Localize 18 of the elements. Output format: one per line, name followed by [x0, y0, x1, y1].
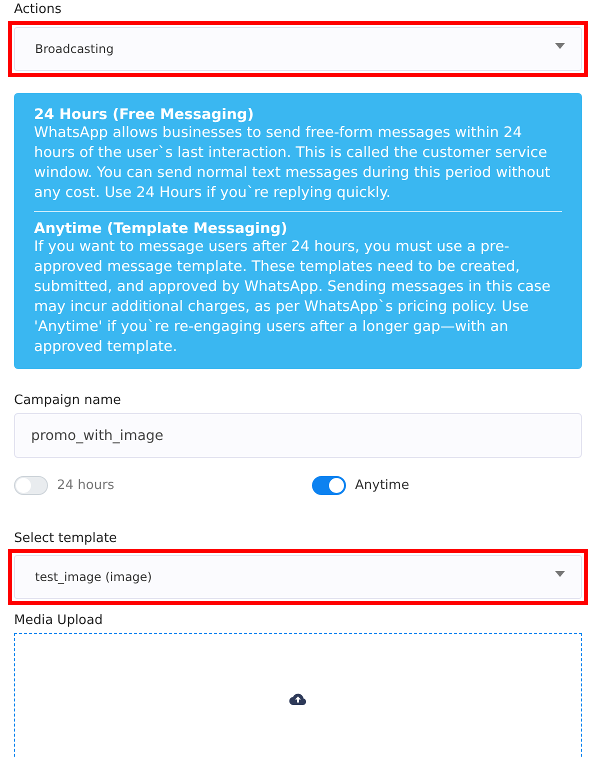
section-title: Anytime (Template Messaging): [34, 221, 288, 237]
select-dropdown[interactable]: Broadcasting: [14, 27, 582, 71]
section-text: If you want to message users after 24 hours, you must use a pre-approved message template. These templates need to be created, submitted, and approved by WhatsApp. Sending messages in this case may incur additional charges, as per WhatsApp`s pricing policy. Use 'Anytime' if you`re re-engaging users after a longer gap—with an approved template.: [34, 238, 552, 357]
toggle-label: Anytime: [355, 478, 410, 493]
section-text: WhatsApp allows businesses to send free-form messages within 24 hours of the user`s last interaction. This is called the customer service window. You can send normal text messages during this period without any cost. Use 24 Hours if you`re replying quickly.: [34, 124, 552, 203]
campaign-name-field[interactable]: promo_with_image: [14, 413, 582, 458]
caret-icon: [555, 43, 565, 49]
section-title: 24 Hours (Free Messaging): [34, 107, 255, 123]
field-label: Select template: [14, 531, 118, 546]
select-dropdown[interactable]: test_image (image): [14, 555, 582, 599]
field-label: Media Upload: [14, 613, 104, 628]
toggle-switch[interactable]: [312, 476, 346, 495]
upload-icon: [289, 692, 307, 705]
field-label: Actions: [14, 2, 62, 17]
upload-dropzone[interactable]: [14, 633, 582, 757]
toggle-label: 24 hours: [57, 478, 114, 493]
caret-icon: [555, 571, 565, 577]
field-label: Campaign name: [14, 393, 122, 408]
